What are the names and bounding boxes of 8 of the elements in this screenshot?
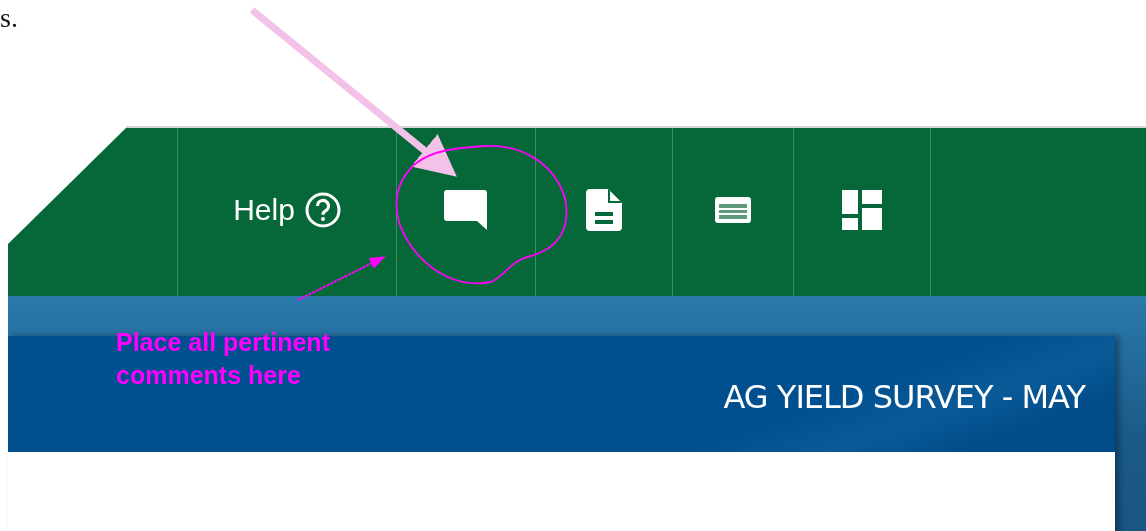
table-icon <box>714 196 752 224</box>
annotation-note: Place all pertinent comments here <box>116 327 331 391</box>
survey-title: AG YIELD SURVEY - MAY <box>723 378 1085 416</box>
help-icon <box>304 192 341 228</box>
comment-icon <box>444 190 488 230</box>
document-icon <box>586 189 622 231</box>
body-text: s. <box>0 2 18 33</box>
dashboard-icon <box>842 190 882 230</box>
